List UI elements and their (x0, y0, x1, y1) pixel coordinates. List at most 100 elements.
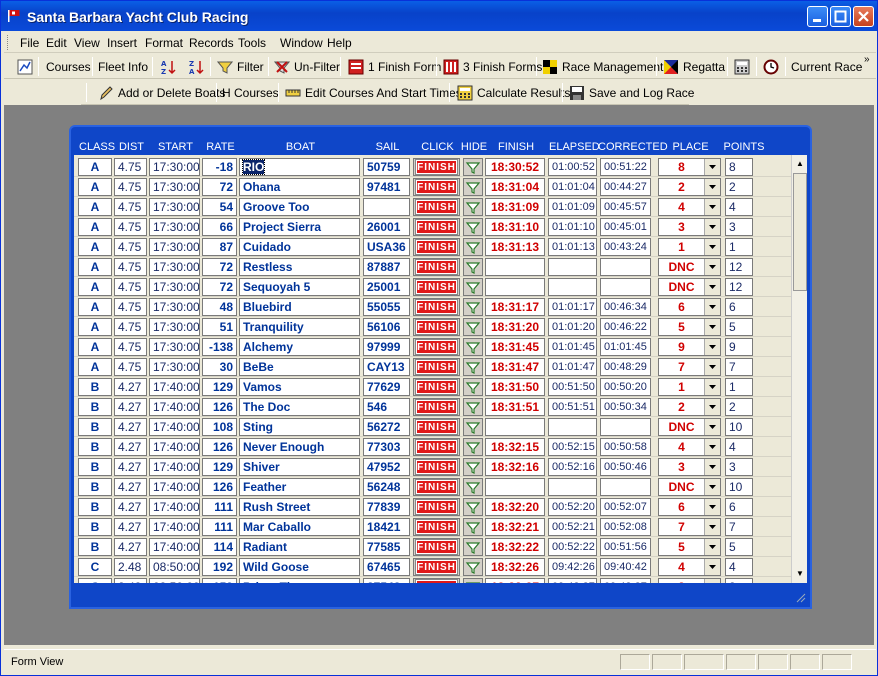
sail-cell[interactable]: 77303 (363, 438, 410, 456)
corrected-cell[interactable]: 00:43:24 (600, 238, 651, 256)
chevron-down-icon[interactable] (704, 199, 720, 215)
dist-cell[interactable]: 4.27 (114, 438, 147, 456)
menu-insert[interactable]: Insert (107, 36, 137, 50)
chevron-down-icon[interactable] (704, 319, 720, 335)
boat-name-cell[interactable]: Sequoyah 5 (239, 278, 360, 296)
finish-button[interactable]: FINISH (415, 439, 458, 455)
scroll-up-icon[interactable]: ▲ (793, 156, 807, 172)
rate-cell[interactable]: 111 (202, 498, 237, 516)
boat-name-cell[interactable]: Shiver (239, 458, 360, 476)
sail-cell[interactable]: 56248 (363, 478, 410, 496)
fleet-info-button[interactable]: Fleet Info (95, 56, 151, 77)
scroll-down-icon[interactable]: ▼ (793, 566, 807, 582)
hide-button[interactable] (463, 398, 483, 416)
place-select[interactable]: 5 (658, 318, 721, 336)
finish-time-cell[interactable]: 18:32:20 (485, 498, 545, 516)
finish-button[interactable]: FINISH (415, 299, 458, 315)
chevron-down-icon[interactable] (704, 279, 720, 295)
finish-time-cell[interactable] (485, 278, 545, 296)
place-select[interactable]: DNC (658, 258, 721, 276)
hide-button[interactable] (463, 498, 483, 516)
dist-cell[interactable]: 4.75 (114, 158, 147, 176)
boat-name-cell[interactable]: Vamos (239, 378, 360, 396)
place-select[interactable]: 4 (658, 438, 721, 456)
hide-button[interactable] (463, 178, 483, 196)
boat-name-cell[interactable]: Restless (239, 258, 360, 276)
calculator-button[interactable] (731, 56, 753, 77)
resize-grip-icon[interactable] (796, 593, 806, 603)
boat-name-cell[interactable]: Tranquility (239, 318, 360, 336)
finish-button[interactable]: FINISH (415, 159, 458, 175)
class-cell[interactable]: B (78, 458, 112, 476)
points-cell[interactable]: 10 (725, 478, 753, 496)
points-cell[interactable]: 8 (725, 158, 753, 176)
place-select[interactable]: 2 (658, 398, 721, 416)
finish-time-cell[interactable]: 18:31:09 (485, 198, 545, 216)
boat-name-cell[interactable]: Cuidado (239, 238, 360, 256)
place-select[interactable]: 3 (658, 218, 721, 236)
finish-button[interactable]: FINISH (415, 539, 458, 555)
dist-cell[interactable]: 4.27 (114, 538, 147, 556)
corrected-cell[interactable]: 00:50:58 (600, 438, 651, 456)
boat-name-cell[interactable]: Wild Goose (239, 558, 360, 576)
rate-cell[interactable]: 129 (202, 378, 237, 396)
elapsed-cell[interactable]: 00:51:51 (548, 398, 597, 416)
chevron-down-icon[interactable] (704, 539, 720, 555)
vertical-scrollbar[interactable]: ▲ ▼ (791, 155, 807, 583)
rate-cell[interactable]: 114 (202, 538, 237, 556)
start-cell[interactable]: 17:40:00 (149, 418, 200, 436)
finish-button[interactable]: FINISH (415, 199, 458, 215)
class-cell[interactable]: B (78, 418, 112, 436)
class-cell[interactable]: A (78, 298, 112, 316)
class-cell[interactable]: B (78, 478, 112, 496)
class-cell[interactable]: A (78, 218, 112, 236)
dist-cell[interactable]: 4.75 (114, 218, 147, 236)
finish-button[interactable]: FINISH (415, 239, 458, 255)
rate-cell[interactable]: 72 (202, 278, 237, 296)
hide-button[interactable] (463, 278, 483, 296)
corrected-cell[interactable]: 00:44:27 (600, 178, 651, 196)
sail-cell[interactable]: 67465 (363, 558, 410, 576)
class-cell[interactable]: A (78, 278, 112, 296)
start-cell[interactable]: 17:40:00 (149, 478, 200, 496)
finish-time-cell[interactable]: 18:30:52 (485, 158, 545, 176)
points-cell[interactable]: 1 (725, 238, 753, 256)
rate-cell[interactable]: 51 (202, 318, 237, 336)
chevron-down-icon[interactable] (704, 239, 720, 255)
finish-time-cell[interactable]: 18:32:21 (485, 518, 545, 536)
elapsed-cell[interactable] (548, 478, 597, 496)
close-button[interactable] (853, 6, 874, 27)
finish-button[interactable]: FINISH (415, 179, 458, 195)
start-cell[interactable]: 17:40:00 (149, 498, 200, 516)
boat-name-cell[interactable]: Feather (239, 478, 360, 496)
dist-cell[interactable]: 2.48 (114, 558, 147, 576)
menu-format[interactable]: Format (145, 36, 183, 50)
boat-name-cell[interactable]: Never Enough (239, 438, 360, 456)
points-cell[interactable]: 5 (725, 318, 753, 336)
corrected-cell[interactable]: 09:40:42 (600, 558, 651, 576)
elapsed-cell[interactable]: 00:51:50 (548, 378, 597, 396)
points-cell[interactable]: 4 (725, 198, 753, 216)
points-cell[interactable]: 2 (725, 178, 753, 196)
chevron-down-icon[interactable] (704, 439, 720, 455)
hide-button[interactable] (463, 378, 483, 396)
points-cell[interactable]: 10 (725, 418, 753, 436)
scroll-thumb[interactable] (793, 173, 807, 291)
boat-name-cell[interactable]: Project Sierra (239, 218, 360, 236)
elapsed-cell[interactable]: 01:01:10 (548, 218, 597, 236)
sail-cell[interactable]: 26001 (363, 218, 410, 236)
hide-button[interactable] (463, 458, 483, 476)
chart-button[interactable] (14, 56, 36, 77)
add-delete-boats-button[interactable]: Add or Delete Boats (95, 82, 228, 103)
points-cell[interactable]: 6 (725, 298, 753, 316)
dist-cell[interactable]: 4.75 (114, 198, 147, 216)
dist-cell[interactable]: 4.75 (114, 318, 147, 336)
place-select[interactable]: 8 (658, 158, 721, 176)
corrected-cell[interactable]: 00:52:07 (600, 498, 651, 516)
race-management-button[interactable]: Race Management (539, 56, 666, 77)
place-select[interactable]: 6 (658, 498, 721, 516)
boat-name-cell[interactable]: Alchemy (239, 338, 360, 356)
corrected-cell[interactable] (600, 278, 651, 296)
points-cell[interactable]: 3 (725, 218, 753, 236)
finish-time-cell[interactable]: 18:32:16 (485, 458, 545, 476)
